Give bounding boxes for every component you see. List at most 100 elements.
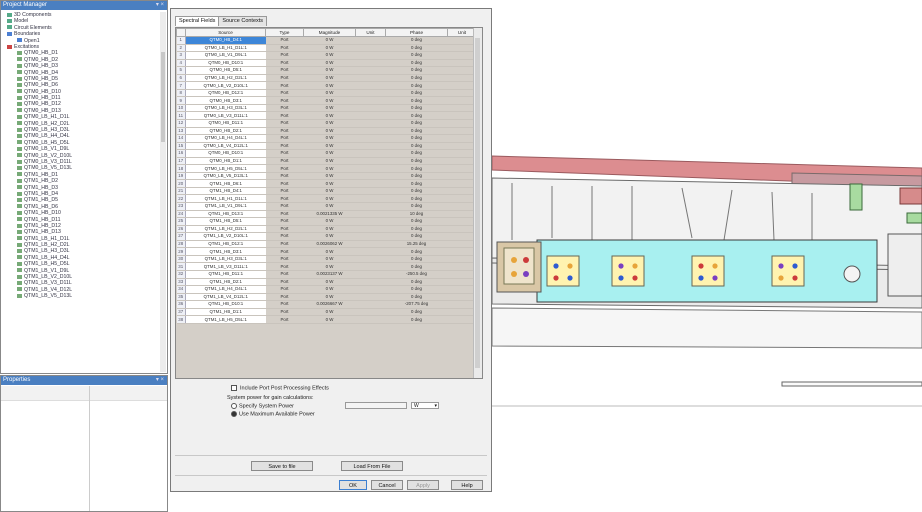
magnitude-cell[interactable]: 0 W xyxy=(303,293,356,302)
table-row[interactable]: 34 QTM1_LB_H4_D4L:1 Port 0 W 0 deg xyxy=(176,285,477,294)
source-cell[interactable]: QTM1_HB_D4:1 xyxy=(185,187,266,196)
type-cell[interactable]: Port xyxy=(265,74,304,83)
table-row[interactable]: 33 QTM1_HB_D2:1 Port 0 W 0 deg xyxy=(176,278,477,287)
row-number[interactable]: 32 xyxy=(176,270,186,279)
table-row[interactable]: 32 QTM1_HB_D11:1 Port 0.0023137 W -250.5 deg xyxy=(176,270,477,279)
type-cell[interactable]: Port xyxy=(265,194,304,204)
type-cell[interactable]: Port xyxy=(265,247,304,256)
table-row[interactable]: 9 QTM0_HB_D3:1 Port 0 W 0 deg xyxy=(176,96,477,105)
source-cell[interactable]: QTM0_HB_D2:1 xyxy=(185,127,266,136)
type-cell[interactable]: Port xyxy=(265,217,304,226)
type-cell[interactable]: Port xyxy=(265,134,304,143)
table-row[interactable]: 5 QTM0_HB_D5:1 Port 0 W 0 deg xyxy=(176,66,477,75)
magnitude-cell[interactable]: 0 W xyxy=(303,81,356,90)
magnitude-cell[interactable]: 0 W xyxy=(303,247,356,256)
phase-cell[interactable]: -207.75 deg xyxy=(385,300,448,309)
table-row[interactable]: 15 QTM0_LB_V4_D12L:1 Port 0 W 0 deg xyxy=(176,142,477,151)
phase-cell[interactable]: 0 deg xyxy=(385,308,448,317)
table-row[interactable]: 12 QTM0_HB_D11:1 Port 0 W 0 deg xyxy=(176,119,477,128)
source-cell[interactable]: QTM1_LB_H3_D3L:1 xyxy=(185,255,266,264)
magnitude-cell[interactable]: 0 W xyxy=(303,187,356,196)
type-cell[interactable]: Port xyxy=(265,315,304,324)
source-cell[interactable]: QTM1_LB_V2_D10L:1 xyxy=(185,232,266,241)
phase-cell[interactable]: 0 deg xyxy=(385,194,448,204)
source-cell[interactable]: QTM0_LB_V3_D11L:1 xyxy=(185,111,266,120)
row-number[interactable]: 35 xyxy=(176,293,186,302)
column-header-magnitude[interactable]: Magnitude xyxy=(303,28,356,37)
magnitude-cell[interactable]: 0 W xyxy=(303,51,356,60)
source-cell[interactable]: QTM1_LB_V3_D11L:1 xyxy=(185,262,266,271)
phase-cell[interactable]: 0 deg xyxy=(385,293,448,302)
phase-cell[interactable]: 0 deg xyxy=(385,66,448,75)
source-cell[interactable]: QTM1_HB_D10:1 xyxy=(185,300,266,309)
row-number[interactable]: 3 xyxy=(176,51,186,60)
scrollbar-thumb[interactable] xyxy=(161,52,165,142)
project-tree-scrollbar[interactable] xyxy=(160,12,166,372)
unit-cell[interactable] xyxy=(355,247,386,256)
type-cell[interactable]: Port xyxy=(265,293,304,302)
source-cell[interactable]: QTM0_HB_D10:1 xyxy=(185,149,266,158)
row-number[interactable]: 24 xyxy=(176,210,186,219)
magnitude-cell[interactable]: 0 W xyxy=(303,255,356,264)
type-cell[interactable]: Port xyxy=(265,36,304,45)
phase-cell[interactable]: 0 deg xyxy=(385,44,448,53)
phase-cell[interactable]: 0 deg xyxy=(385,164,448,173)
magnitude-cell[interactable]: 0 W xyxy=(303,278,356,287)
type-cell[interactable]: Port xyxy=(265,172,304,181)
phase-cell[interactable]: 0 deg xyxy=(385,172,448,181)
checkbox-box[interactable] xyxy=(231,385,237,391)
unit-cell[interactable] xyxy=(355,119,386,128)
unit-cell[interactable] xyxy=(355,111,386,120)
magnitude-cell[interactable]: 0 W xyxy=(303,96,356,105)
source-cell[interactable]: QTM1_LB_V4_D12L:1 xyxy=(185,293,266,302)
table-row[interactable]: 18 QTM0_LB_H5_D5L:1 Port 0 W 0 deg xyxy=(176,164,477,173)
unit-cell[interactable] xyxy=(355,51,386,60)
phase-cell[interactable]: 0 deg xyxy=(385,74,448,83)
magnitude-cell[interactable]: 0 W xyxy=(303,36,356,45)
magnitude-cell[interactable]: 0 W xyxy=(303,149,356,158)
magnitude-cell[interactable]: 0.0021335 W xyxy=(303,210,356,219)
table-row[interactable]: 19 QTM0_LB_V5_D13L:1 Port 0 W 0 deg xyxy=(176,172,477,181)
row-number[interactable]: 30 xyxy=(176,255,186,264)
tab-source-contexts[interactable]: Source Contexts xyxy=(218,16,268,26)
unit-cell[interactable] xyxy=(355,172,386,181)
type-cell[interactable]: Port xyxy=(265,127,304,136)
unit-cell[interactable] xyxy=(355,315,386,324)
type-cell[interactable]: Port xyxy=(265,278,304,287)
column-header-phase[interactable]: Phase xyxy=(385,28,448,37)
source-cell[interactable]: QTM1_LB_H5_D5L:1 xyxy=(185,315,266,324)
row-number[interactable]: 9 xyxy=(176,96,186,105)
magnitude-cell[interactable]: 0.0023137 W xyxy=(303,270,356,279)
unit-cell[interactable] xyxy=(355,262,386,271)
type-cell[interactable]: Port xyxy=(265,81,304,90)
type-cell[interactable]: Port xyxy=(265,164,304,173)
type-cell[interactable]: Port xyxy=(265,210,304,219)
table-row[interactable]: 1 QTM0_HB_D4:1 Port 0 W 0 deg xyxy=(176,36,477,45)
type-cell[interactable]: Port xyxy=(265,285,304,294)
source-cell[interactable]: QTM0_LB_V5_D13L:1 xyxy=(185,172,266,181)
phase-cell[interactable]: 0 deg xyxy=(385,217,448,226)
phase-cell[interactable]: 10 deg xyxy=(385,210,448,219)
phase-cell[interactable]: 0 deg xyxy=(385,51,448,60)
unit-cell[interactable] xyxy=(355,36,386,45)
row-number[interactable]: 29 xyxy=(176,247,186,256)
type-cell[interactable]: Port xyxy=(265,262,304,271)
table-row[interactable]: 25 QTM1_HB_D5:1 Port 0 W 0 deg xyxy=(176,217,477,226)
table-row[interactable]: 8 QTM0_HB_D12:1 Port 0 W 0 deg xyxy=(176,89,477,98)
table-row[interactable]: 22 QTM1_LB_H1_D1L:1 Port 0 W 0 deg xyxy=(176,194,477,204)
row-number[interactable]: 14 xyxy=(176,134,186,143)
system-power-input[interactable] xyxy=(345,402,407,409)
source-cell[interactable]: QTM0_HB_D3:1 xyxy=(185,96,266,105)
phase-cell[interactable]: 0 deg xyxy=(385,134,448,143)
phase-cell[interactable]: 0 deg xyxy=(385,255,448,264)
table-row[interactable]: 6 QTM0_LB_H2_D2L:1 Port 0 W 0 deg xyxy=(176,74,477,83)
phase-cell[interactable]: -250.5 deg xyxy=(385,270,448,279)
table-row[interactable]: 2 QTM0_LB_H1_D1L:1 Port 0 W 0 deg xyxy=(176,44,477,53)
unit-cell[interactable] xyxy=(355,255,386,264)
unit-cell[interactable] xyxy=(355,74,386,83)
row-number[interactable]: 19 xyxy=(176,172,186,181)
type-cell[interactable]: Port xyxy=(265,255,304,264)
model-viewport[interactable] xyxy=(492,8,922,412)
source-cell[interactable]: QTM1_HB_D12:1 xyxy=(185,240,266,249)
row-number[interactable]: 16 xyxy=(176,149,186,158)
